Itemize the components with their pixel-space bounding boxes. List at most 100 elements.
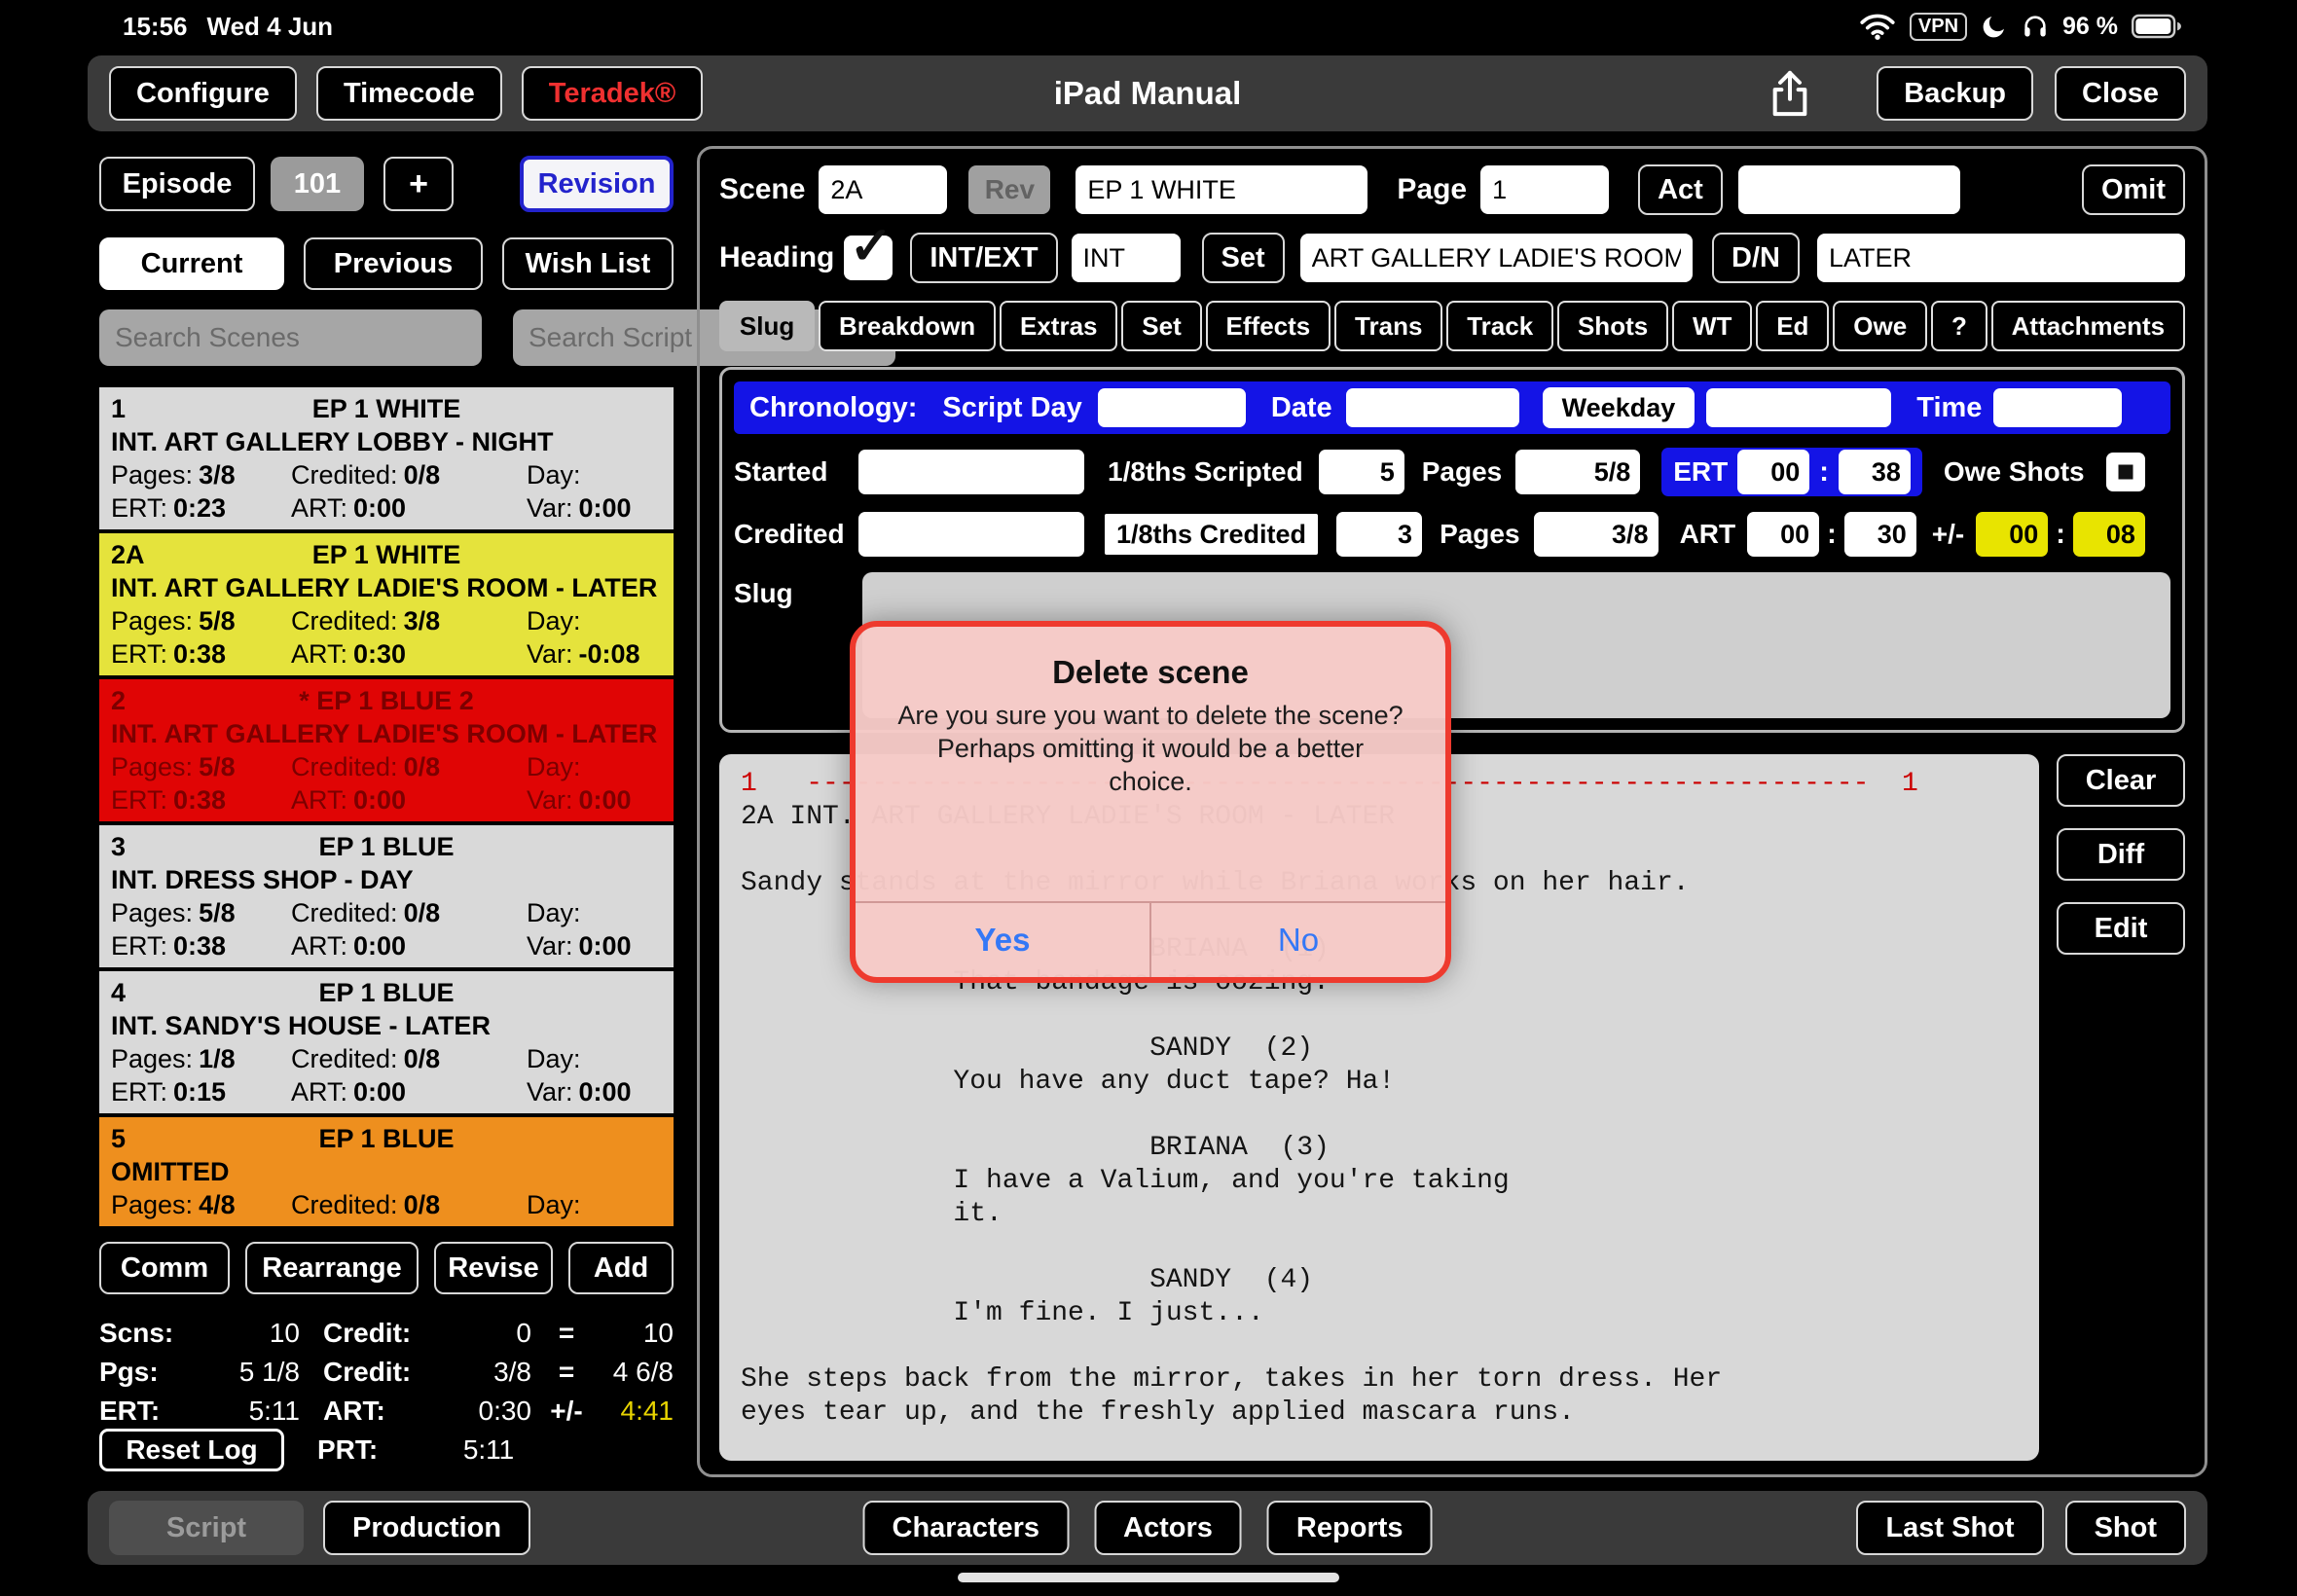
comm-button[interactable]: Comm	[99, 1242, 230, 1294]
rearrange-button[interactable]: Rearrange	[245, 1242, 419, 1294]
reset-log-button[interactable]: Reset Log	[99, 1429, 284, 1471]
page-field[interactable]	[1480, 165, 1609, 214]
var-value: 0:00	[579, 785, 632, 815]
scene-list-item[interactable]: 3 EP 1 BLUE INT. DRESS SHOP - DAY Pages:…	[99, 825, 674, 967]
eighths-credited-field[interactable]	[1336, 512, 1422, 557]
scene-list-item[interactable]: 1 EP 1 WHITE INT. ART GALLERY LOBBY - NI…	[99, 387, 674, 529]
shot-button[interactable]: Shot	[2065, 1501, 2186, 1555]
script-day-label: Script Day	[942, 392, 1081, 424]
sidebar: Episode + Revision Current Previous Wish…	[99, 154, 674, 1469]
equals-sign: =	[531, 1318, 602, 1349]
tab-wt[interactable]: WT	[1672, 301, 1752, 351]
tab-ed[interactable]: Ed	[1756, 301, 1829, 351]
credited-label: Credited:	[291, 1044, 398, 1073]
characters-button[interactable]: Characters	[863, 1501, 1070, 1555]
edition-field[interactable]	[1076, 165, 1367, 214]
scns-label: Scns:	[99, 1318, 206, 1349]
home-indicator[interactable]	[958, 1573, 1339, 1582]
act-field[interactable]	[1738, 165, 1960, 214]
edit-button[interactable]: Edit	[2057, 902, 2185, 955]
script-view-button[interactable]: Script	[109, 1501, 304, 1555]
scene-times-row: ERT:0:38 ART:0:00 Var:0:00	[111, 929, 662, 962]
started-field[interactable]	[858, 450, 1084, 494]
heading-checkbox[interactable]: ✓	[844, 236, 893, 280]
wish-list-tab[interactable]: Wish List	[502, 237, 674, 290]
actors-button[interactable]: Actors	[1094, 1501, 1242, 1555]
backup-button[interactable]: Backup	[1877, 66, 2033, 121]
time-label: Time	[1916, 392, 1982, 424]
add-episode-button[interactable]: +	[383, 157, 454, 211]
timecode-button[interactable]: Timecode	[316, 66, 502, 121]
tab-effects[interactable]: Effects	[1206, 301, 1331, 351]
eighths-credited-button[interactable]: 1/8ths Credited	[1102, 511, 1321, 558]
revise-button[interactable]: Revise	[434, 1242, 553, 1294]
scene-number-field[interactable]	[819, 165, 947, 214]
tab-trans[interactable]: Trans	[1334, 301, 1442, 351]
current-tab[interactable]: Current	[99, 237, 284, 290]
tab-extras[interactable]: Extras	[1000, 301, 1117, 351]
tab-shots[interactable]: Shots	[1557, 301, 1668, 351]
pages-scripted-field[interactable]	[1515, 450, 1640, 494]
ert-minutes-field[interactable]	[1839, 450, 1911, 494]
variance-minutes-field[interactable]	[2073, 512, 2145, 557]
no-button[interactable]: No	[1151, 903, 1445, 977]
episode-number-field[interactable]	[271, 157, 364, 211]
tab-owe[interactable]: Owe	[1833, 301, 1927, 351]
close-button[interactable]: Close	[2055, 66, 2186, 121]
search-scenes-input[interactable]	[99, 309, 482, 366]
episode-button[interactable]: Episode	[99, 157, 255, 211]
tab-breakdown[interactable]: Breakdown	[819, 301, 996, 351]
day-label: Day:	[527, 898, 581, 927]
weekday-field[interactable]	[1706, 388, 1891, 427]
date-field[interactable]	[1346, 388, 1519, 427]
ert-label: ERT:	[111, 639, 167, 669]
weekday-button[interactable]: Weekday	[1543, 387, 1695, 428]
credited-label: Credited	[734, 519, 849, 550]
ert-value: 0:38	[173, 639, 226, 669]
eighths-scripted-field[interactable]	[1319, 450, 1404, 494]
omit-button[interactable]: Omit	[2082, 164, 2185, 215]
time-field[interactable]	[1993, 388, 2122, 427]
scene-list-item[interactable]: 4 EP 1 BLUE INT. SANDY'S HOUSE - LATER P…	[99, 971, 674, 1113]
int-ext-button[interactable]: INT/EXT	[910, 233, 1057, 283]
art-label: ART:	[291, 639, 347, 669]
reports-button[interactable]: Reports	[1267, 1501, 1433, 1555]
script-day-field[interactable]	[1098, 388, 1246, 427]
last-shot-button[interactable]: Last Shot	[1856, 1501, 2043, 1555]
art-minutes-field[interactable]	[1844, 512, 1916, 557]
scene-list-item[interactable]: 2A EP 1 WHITE INT. ART GALLERY LADIE'S R…	[99, 533, 674, 675]
day-night-field[interactable]	[1817, 234, 2185, 282]
act-button[interactable]: Act	[1638, 164, 1723, 215]
tab-[interactable]: ?	[1931, 301, 1987, 351]
share-icon[interactable]	[1768, 67, 1812, 120]
scene-list-item[interactable]: 5 EP 1 BLUE OMITTED Pages:4/8 Credited:0…	[99, 1117, 674, 1226]
rev-button[interactable]: Rev	[968, 165, 1050, 214]
variance-total-value: 4:41	[602, 1396, 674, 1427]
credited-field[interactable]	[858, 512, 1084, 557]
set-button[interactable]: Set	[1202, 233, 1285, 283]
add-scene-button[interactable]: Add	[568, 1242, 674, 1294]
tab-track[interactable]: Track	[1446, 301, 1553, 351]
clear-button[interactable]: Clear	[2057, 754, 2185, 807]
variance-hours-field[interactable]	[1976, 512, 2048, 557]
diff-button[interactable]: Diff	[2057, 828, 2185, 881]
ert-hours-field[interactable]	[1737, 450, 1809, 494]
teradek-button[interactable]: Teradek®	[522, 66, 703, 121]
set-field[interactable]	[1300, 234, 1693, 282]
tab-set[interactable]: Set	[1121, 301, 1201, 351]
int-ext-field[interactable]	[1072, 234, 1181, 282]
previous-tab[interactable]: Previous	[304, 237, 483, 290]
production-view-button[interactable]: Production	[323, 1501, 530, 1555]
day-night-button[interactable]: D/N	[1712, 233, 1800, 283]
art-hours-field[interactable]	[1747, 512, 1819, 557]
tab-attachments[interactable]: Attachments	[1991, 301, 2185, 351]
scene-pages-row: Pages:5/8 Credited:0/8 Day:	[111, 896, 662, 929]
yes-button[interactable]: Yes	[856, 903, 1151, 977]
tab-slug[interactable]: Slug	[719, 301, 815, 351]
revision-button[interactable]: Revision	[520, 156, 674, 212]
scene-list-item[interactable]: 2 * EP 1 BLUE 2 INT. ART GALLERY LADIE'S…	[99, 679, 674, 821]
owe-shots-checkbox[interactable]	[2106, 453, 2145, 491]
pages-label: Pages:	[111, 1044, 193, 1073]
pages-credited-field[interactable]	[1534, 512, 1659, 557]
configure-button[interactable]: Configure	[109, 66, 297, 121]
